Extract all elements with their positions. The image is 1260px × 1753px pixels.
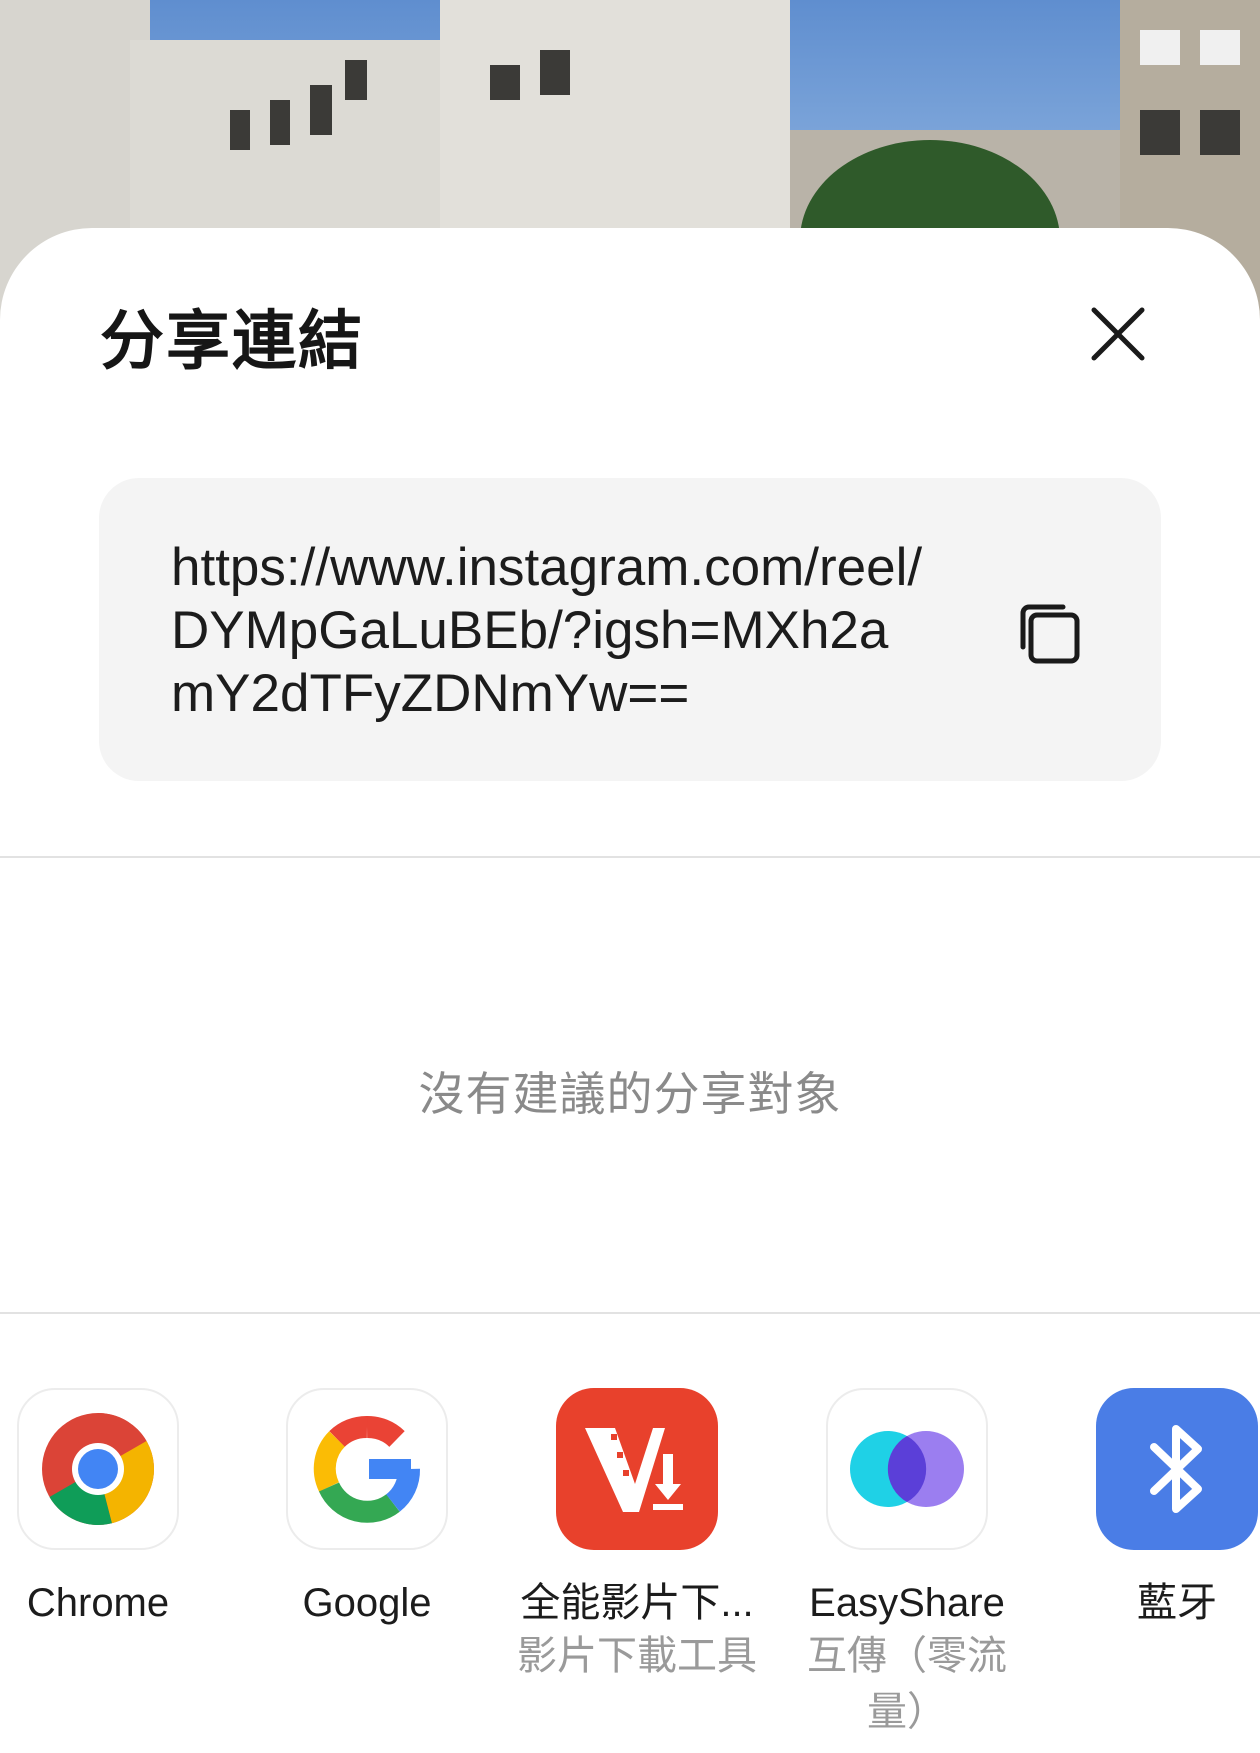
share-sheet: 分享連結 https://www.instagram.com/reel/DYMp… xyxy=(0,228,1260,1753)
divider xyxy=(0,1312,1260,1314)
link-box: https://www.instagram.com/reel/DYMpGaLuB… xyxy=(99,478,1161,781)
easyshare-icon xyxy=(826,1388,988,1550)
app-row: Chrome Google 全能影片下... 影片下載工具 EasyShare … xyxy=(0,1388,1260,1753)
divider xyxy=(0,856,1260,858)
app-label: EasyShare xyxy=(809,1581,1005,1625)
app-bluetooth[interactable]: 藍牙 xyxy=(1042,1388,1260,1628)
close-icon xyxy=(1091,307,1145,361)
copy-link-button[interactable] xyxy=(1011,595,1091,675)
app-sublabel: 影片下載工具 xyxy=(517,1634,757,1678)
link-url[interactable]: https://www.instagram.com/reel/DYMpGaLuB… xyxy=(171,536,931,725)
app-label: 全能影片下... xyxy=(520,1581,754,1625)
sheet-title: 分享連結 xyxy=(100,305,364,379)
google-icon xyxy=(286,1388,448,1550)
app-chrome[interactable]: Chrome xyxy=(0,1388,233,1628)
video-downloader-icon xyxy=(556,1388,718,1550)
close-button[interactable] xyxy=(1078,294,1158,374)
app-easyshare[interactable]: EasyShare 互傳（零流量） xyxy=(772,1388,1042,1740)
app-google[interactable]: Google xyxy=(232,1388,502,1628)
chrome-icon xyxy=(17,1388,179,1550)
copy-icon xyxy=(1020,604,1080,664)
app-label: Chrome xyxy=(26,1581,170,1625)
app-video-downloader[interactable]: 全能影片下... 影片下載工具 xyxy=(502,1388,772,1684)
app-label: Google xyxy=(302,1581,432,1625)
bluetooth-icon xyxy=(1096,1388,1258,1550)
app-sublabel: 互傳（零流量） xyxy=(807,1634,1007,1734)
no-suggestions-text: 沒有建議的分享對象 xyxy=(418,1067,842,1121)
app-label: 藍牙 xyxy=(1137,1581,1217,1625)
